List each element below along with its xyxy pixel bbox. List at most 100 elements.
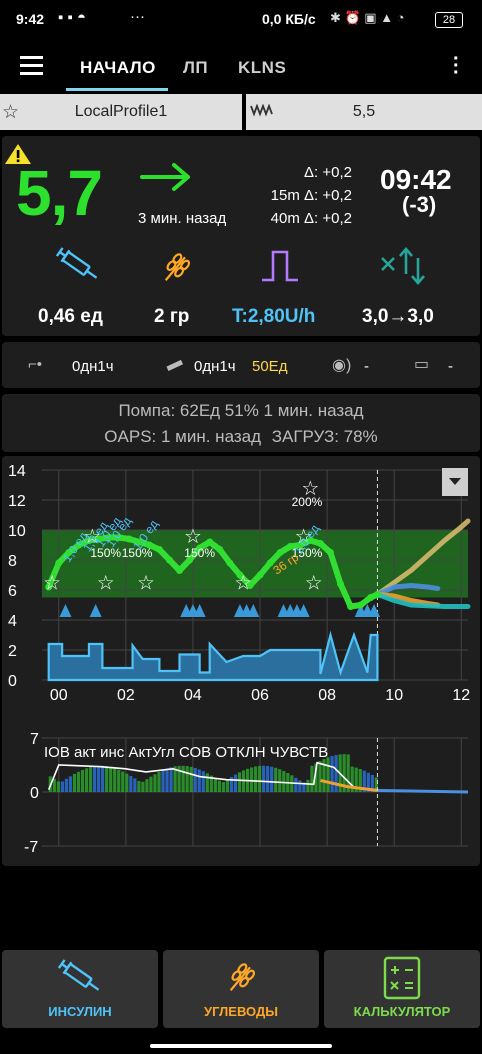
- activity-bar: [56, 781, 60, 792]
- bg-point: [326, 549, 334, 556]
- activity-bar: [92, 766, 97, 792]
- iob-y-tick-label: 0: [30, 785, 39, 802]
- activity-bar: [225, 779, 230, 792]
- insulin-button[interactable]: ИНСУЛИН: [2, 950, 158, 1028]
- activity-bar: [330, 756, 334, 792]
- syringe-icon: [55, 247, 98, 279]
- activity-bar: [298, 780, 302, 792]
- activity-bar: [185, 766, 189, 792]
- activity-bar: [117, 769, 121, 792]
- clock: 9:42: [16, 11, 45, 27]
- activity-bar: [153, 774, 157, 792]
- percent-annotation: 200%: [292, 495, 323, 509]
- bluetooth-alarm-icons: ✱ ⏰ ▣ ▲ ◔: [330, 10, 405, 25]
- y-tick-label: 10: [8, 523, 26, 540]
- percent-annotation: 150%: [184, 546, 215, 560]
- x-tick-label: 00: [50, 687, 68, 704]
- menu-icon[interactable]: [20, 56, 43, 75]
- reservoir-level[interactable]: 50Ед: [252, 358, 287, 375]
- activity-bar: [145, 779, 149, 792]
- y-tick-label: 8: [8, 553, 17, 570]
- load-status[interactable]: ЗАГРУЗ: 78%: [272, 427, 378, 446]
- pump-status-panel: Помпа: 62Ед 51% 1 мин. назад OAPS: 1 мин…: [2, 394, 480, 452]
- calculator-button[interactable]: КАЛЬКУЛЯТОР: [324, 950, 480, 1028]
- cannula-age[interactable]: 0дн1ч: [72, 358, 114, 375]
- chart-canvas: 1412108642000 02 04 06 08 10 12☆☆☆ ☆☆☆☆☆☆150% 15…: [8, 463, 471, 856]
- activity-bar: [60, 781, 64, 792]
- activity-bar: [133, 778, 137, 792]
- basal-rate[interactable]: T:2,80U/h: [232, 306, 315, 328]
- activity-bar: [169, 767, 173, 792]
- activity-bar: [326, 757, 330, 792]
- battery-icon: 28: [435, 12, 463, 28]
- activity-bar: [88, 767, 93, 792]
- activity-bar: [197, 769, 201, 792]
- profile-switch-star: ☆: [137, 573, 155, 595]
- y-tick-label: 14: [8, 463, 26, 480]
- activity-bar: [282, 770, 286, 792]
- activity-bar: [64, 778, 69, 792]
- activity-bar: [137, 781, 141, 792]
- insulin-age[interactable]: 0дн1ч: [194, 358, 236, 375]
- profile-switch-star: ☆: [43, 573, 61, 595]
- notification-icons: ▪ ▪ ◓: [58, 9, 87, 26]
- bg-point: [256, 571, 264, 579]
- activity-bar: [125, 773, 129, 792]
- pump-status[interactable]: Помпа: 62Ед 51% 1 мин. назад: [118, 401, 363, 420]
- insulin-syringe-icon: [57, 959, 100, 991]
- overflow-menu-icon[interactable]: · · ·: [453, 49, 460, 83]
- activity-bar: [84, 768, 89, 792]
- insulin-button-label: ИНСУЛИН: [48, 1004, 112, 1019]
- activity-bar: [113, 768, 117, 792]
- calculator-icon: [383, 956, 421, 1000]
- oaps-status[interactable]: OAPS: 1 мин. назад: [104, 427, 261, 446]
- y-tick-label: 6: [8, 583, 17, 600]
- delta-40m: 40m Δ: +0,2: [270, 210, 352, 227]
- network-speed: 0,0 КБ/с: [262, 11, 316, 27]
- activity-bar: [221, 782, 225, 792]
- pump-battery-age[interactable]: -: [448, 358, 453, 375]
- activity-bar: [141, 781, 145, 792]
- tab-home[interactable]: НАЧАЛО: [80, 58, 156, 78]
- y-tick-label: 0: [8, 673, 17, 690]
- bg-chart[interactable]: 14 12 10 8 6 4 2 0 00 02 04 06 08 10 12 ☆ ☆ ☆ ☆ ☆ ☆ ☆ ☆ ☆ 150% 15…: [2, 456, 480, 866]
- basal-area: [47, 630, 379, 682]
- activity-bar: [205, 773, 209, 792]
- tab-klns[interactable]: KLNS: [238, 58, 286, 78]
- activity-bar: [213, 778, 217, 792]
- insulin-cartridge-icon: ▬: [162, 352, 185, 375]
- activity-bar: [310, 765, 314, 792]
- x-tick-label: 06: [251, 687, 269, 704]
- x-tick-label: 04: [184, 687, 202, 704]
- activity-bar: [76, 771, 81, 792]
- target-button[interactable]: 5,5: [246, 94, 482, 130]
- activity-bar: [253, 766, 258, 792]
- carbs-button[interactable]: УГЛЕВОДЫ: [163, 950, 319, 1028]
- activity-bar: [72, 773, 77, 792]
- carbs-wheat-icon: [164, 253, 191, 281]
- activity-bar: [52, 778, 56, 792]
- home-indicator: [150, 1044, 332, 1048]
- activity-bar: [121, 771, 125, 792]
- activity-bar: [105, 766, 109, 792]
- autosens-value[interactable]: 3,0→3,0: [362, 306, 434, 328]
- bg-age: 3 мин. назад: [138, 210, 227, 227]
- y-tick-label: 2: [8, 643, 17, 660]
- time-difference: (-3): [402, 192, 437, 217]
- activity-bar: [68, 776, 73, 792]
- y-tick-label: 4: [8, 613, 17, 630]
- activity-bar: [258, 765, 262, 792]
- cob-value[interactable]: 2 гр: [154, 306, 189, 328]
- activity-bar: [157, 772, 161, 792]
- carbs-button-label: УГЛЕВОДЫ: [204, 1004, 278, 1019]
- smb-marker: [59, 604, 72, 617]
- activity-bar: [129, 775, 133, 792]
- bg-value: 5,7: [16, 157, 103, 229]
- profile-button[interactable]: ☆ LocalProfile1: [0, 94, 242, 130]
- activity-bar: [80, 769, 85, 792]
- profile-name: LocalProfile1: [74, 103, 168, 120]
- tab-lp[interactable]: ЛП: [183, 58, 208, 78]
- iob-value[interactable]: 0,46 ед: [38, 306, 103, 328]
- activity-bar: [249, 767, 254, 792]
- sensor-age[interactable]: -: [364, 358, 369, 375]
